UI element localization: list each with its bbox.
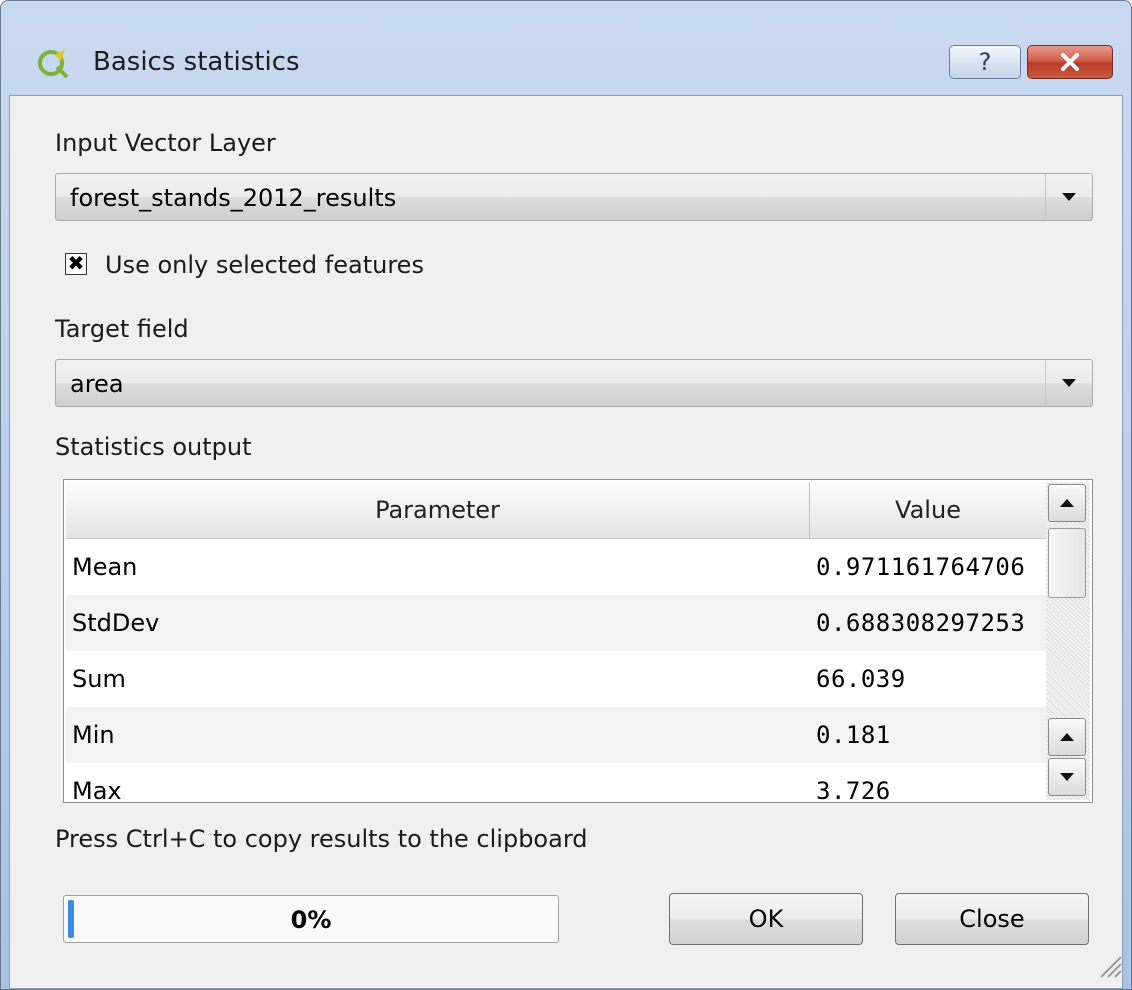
scroll-up-button[interactable] [1048, 484, 1086, 522]
close-button[interactable]: Close [895, 893, 1089, 945]
statistics-table[interactable]: Parameter Value Mean 0.971161764706 StdD… [63, 479, 1093, 803]
chevron-down-icon[interactable] [1045, 360, 1092, 406]
table-row[interactable]: Mean 0.971161764706 [66, 539, 1046, 595]
clipboard-hint: Press Ctrl+C to copy results to the clip… [55, 825, 588, 853]
parameter-cell: Max [72, 777, 122, 803]
column-header-parameter[interactable]: Parameter [66, 482, 810, 538]
parameter-cell: Min [72, 721, 115, 749]
scroll-thumb[interactable] [1048, 528, 1086, 598]
help-button[interactable]: ? [949, 45, 1021, 79]
value-cell: 0.181 [816, 721, 891, 749]
target-field-combo[interactable]: area [55, 359, 1093, 407]
value-cell: 0.971161764706 [816, 553, 1026, 581]
title-bar[interactable]: Basics statistics ? [1, 1, 1131, 93]
input-layer-label: Input Vector Layer [55, 129, 276, 157]
progress-text: 0% [290, 906, 332, 934]
target-field-label: Target field [55, 315, 189, 343]
chevron-down-icon [1060, 773, 1074, 781]
table-row[interactable]: Min 0.181 [66, 707, 1046, 763]
selected-only-checkbox[interactable]: ✖ [65, 253, 87, 275]
statistics-output-label: Statistics output [55, 433, 252, 461]
input-layer-value: forest_stands_2012_results [70, 184, 397, 212]
scroll-up-button[interactable] [1048, 718, 1086, 756]
table-body: Mean 0.971161764706 StdDev 0.68830829725… [66, 539, 1046, 803]
progress-bar: 0% [63, 895, 559, 943]
table-row[interactable]: Sum 66.039 [66, 651, 1046, 707]
column-header-value[interactable]: Value [810, 482, 1046, 538]
input-layer-combo[interactable]: forest_stands_2012_results [55, 173, 1093, 221]
parameter-cell: Sum [72, 665, 126, 693]
close-icon [1061, 53, 1079, 71]
value-cell: 66.039 [816, 665, 906, 693]
chevron-down-icon[interactable] [1045, 174, 1092, 220]
scroll-down-button[interactable] [1048, 758, 1086, 796]
table-header: Parameter Value [66, 482, 1046, 539]
parameter-cell: StdDev [72, 609, 160, 637]
window-close-button[interactable] [1027, 45, 1113, 79]
target-field-value: area [70, 370, 124, 398]
window-title: Basics statistics [93, 47, 300, 77]
ok-button[interactable]: OK [669, 893, 863, 945]
chevron-up-icon [1060, 499, 1074, 507]
help-icon: ? [978, 48, 992, 76]
vertical-scrollbar[interactable] [1046, 482, 1090, 800]
parameter-cell: Mean [72, 553, 138, 581]
table-row[interactable]: StdDev 0.688308297253 [66, 595, 1046, 651]
value-cell: 3.726 [816, 777, 891, 803]
dialog-window: Basics statistics ? Input Vector Layer f… [0, 0, 1132, 990]
table-row[interactable]: Max 3.726 [66, 763, 1046, 803]
chevron-up-icon [1060, 733, 1074, 741]
qgis-logo-icon [38, 49, 69, 79]
value-cell: 0.688308297253 [816, 609, 1026, 637]
resize-grip-icon[interactable] [1095, 951, 1123, 979]
selected-only-label: Use only selected features [105, 251, 424, 279]
